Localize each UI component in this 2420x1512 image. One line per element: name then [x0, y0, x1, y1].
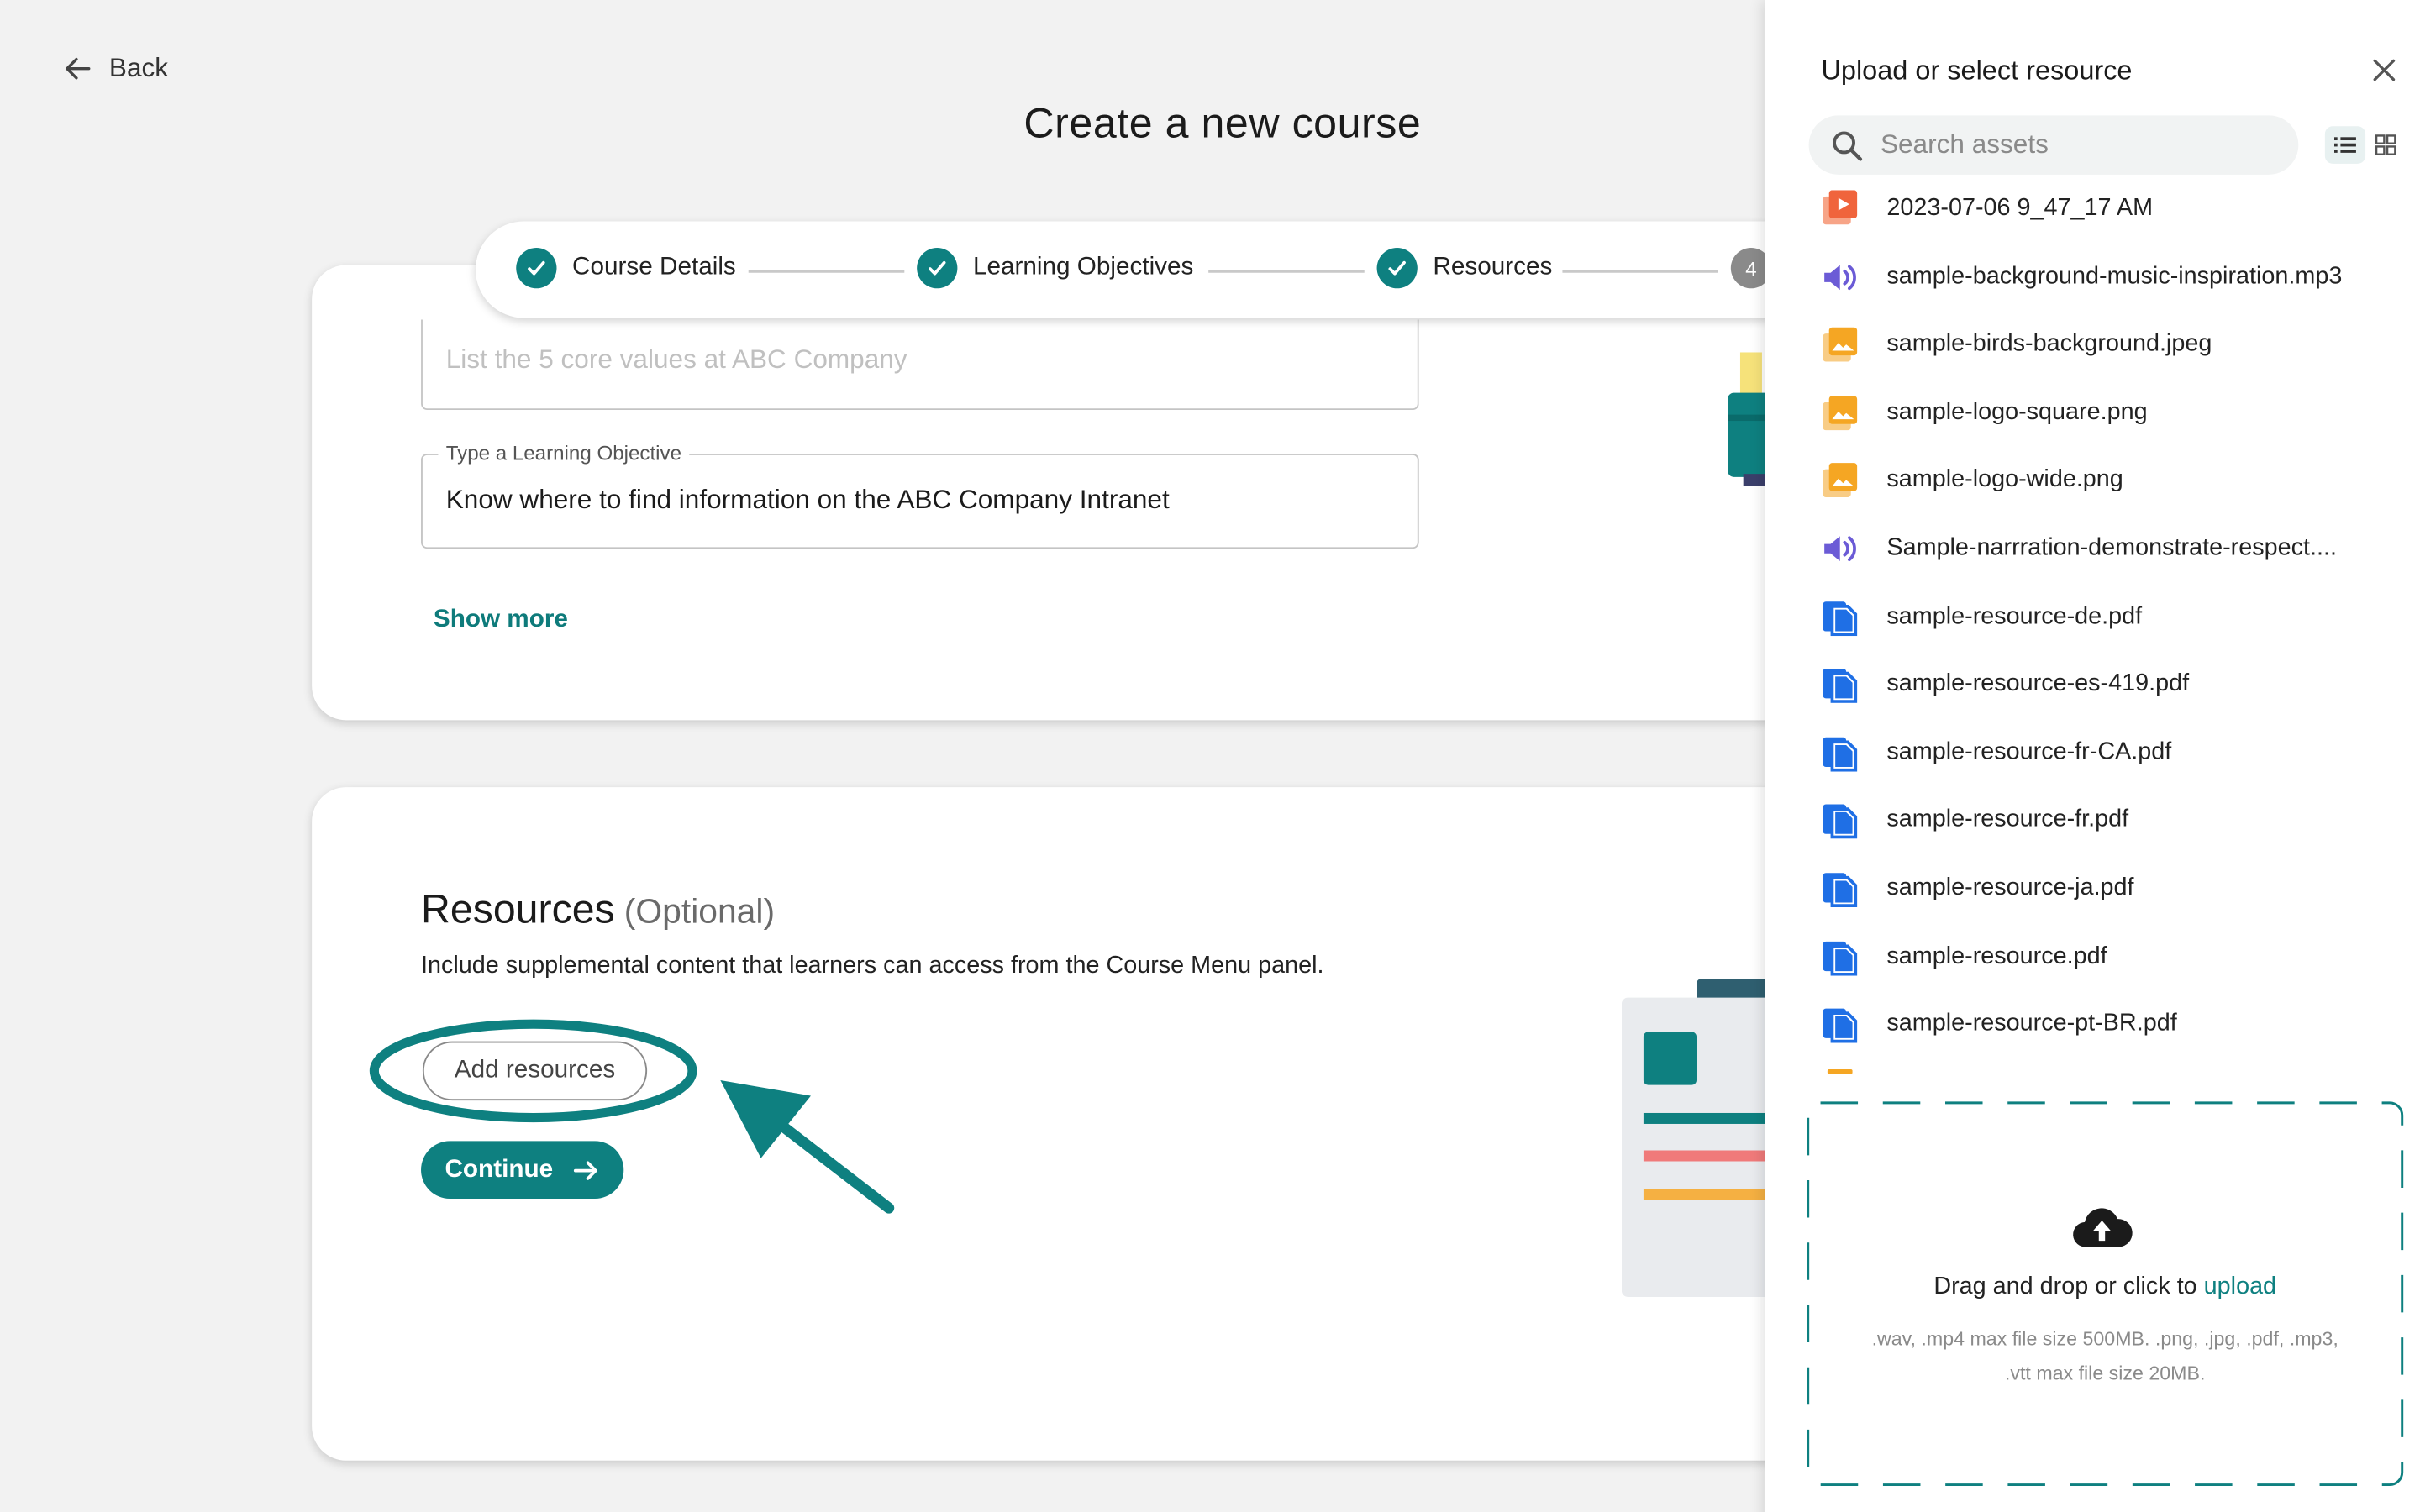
asset-name: sample-resource-ja.pdf — [1886, 874, 2134, 901]
document-icon — [1821, 664, 1859, 705]
upload-link[interactable]: upload — [2204, 1273, 2276, 1300]
search-icon — [1833, 131, 1863, 161]
asset-name: sample-birds-background.jpeg — [1886, 330, 2212, 358]
asset-item[interactable]: sample-resource-fr.pdf — [1821, 786, 2413, 855]
resources-optional-tag: (Optional) — [623, 891, 776, 931]
objective-field-previous[interactable]: List the 5 core values at ABC Company — [421, 319, 1419, 411]
add-resources-button[interactable]: Add resources — [422, 1041, 648, 1101]
grid-view-toggle[interactable] — [2369, 126, 2403, 164]
objective-field[interactable]: Type a Learning Objective Know where to … — [421, 441, 1419, 549]
step-connector — [1208, 270, 1365, 272]
audio-icon — [1821, 256, 1859, 297]
asset-name: Sample-narrration-demonstrate-respect...… — [1886, 534, 2337, 562]
cloud-upload-icon — [2073, 1208, 2133, 1247]
asset-item[interactable]: Sample-narrration-demonstrate-respect...… — [1821, 514, 2413, 583]
step-label: Learning Objectives — [972, 254, 1194, 281]
check-icon — [917, 248, 958, 289]
dropzone-file-limits: .wav, .mp4 max file size 500MB. .png, .j… — [1871, 1328, 2338, 1384]
step-label: Course Details — [572, 254, 736, 281]
asset-list: 2023-07-06 9_47_17 AM sample-background-… — [1765, 175, 2420, 1076]
objective-field-label: Type a Learning Objective — [438, 441, 690, 465]
image-icon — [1821, 460, 1859, 501]
asset-item[interactable]: 2023-07-06 9_47_17 AM — [1821, 175, 2413, 244]
close-icon[interactable] — [2370, 56, 2398, 84]
asset-item[interactable]: sample-resource-pt-BR.pdf — [1821, 990, 2413, 1059]
asset-item[interactable]: sample-resource-de.pdf — [1821, 582, 2413, 651]
audio-icon — [1821, 528, 1859, 569]
asset-name: sample-resource-fr.pdf — [1886, 806, 2129, 833]
panel-title: Upload or select resource — [1821, 54, 2133, 87]
grid-view-icon — [2375, 134, 2396, 155]
step-learning-objectives[interactable]: Learning Objectives — [917, 248, 1194, 289]
show-more-link[interactable]: Show more — [434, 606, 568, 634]
asset-item[interactable]: sample-birds-background.jpeg — [1821, 311, 2413, 380]
document-icon — [1821, 732, 1859, 773]
partial-asset-icon — [1827, 1069, 1853, 1074]
asset-item[interactable]: sample-resource-ja.pdf — [1821, 854, 2413, 923]
step-course-details[interactable]: Course Details — [516, 248, 736, 289]
back-button[interactable]: Back — [62, 53, 168, 84]
dropzone-main-text: Drag and drop or click to — [1933, 1273, 2204, 1300]
asset-name: sample-background-music-inspiration.mp3 — [1886, 262, 2343, 290]
continue-label: Continue — [445, 1156, 554, 1183]
asset-name: sample-resource-fr-CA.pdf — [1886, 738, 2172, 765]
list-view-toggle[interactable] — [2324, 126, 2366, 164]
course-stepper: Course Details Learning Objectives Resou… — [475, 221, 1849, 318]
upload-dropzone[interactable]: Drag and drop or click to upload .wav, .… — [1806, 1100, 2405, 1487]
asset-item[interactable]: sample-background-music-inspiration.mp3 — [1821, 243, 2413, 312]
search-box[interactable] — [1808, 115, 2299, 175]
asset-item[interactable]: sample-resource-fr-CA.pdf — [1821, 718, 2413, 787]
asset-item[interactable]: sample-logo-wide.png — [1821, 446, 2413, 515]
document-icon — [1821, 801, 1859, 841]
back-label: Back — [108, 53, 169, 83]
search-input[interactable] — [1880, 115, 2286, 175]
image-icon — [1821, 392, 1859, 433]
step-connector — [748, 270, 905, 272]
arrow-left-icon — [66, 57, 91, 80]
document-icon — [1821, 596, 1859, 637]
video-icon — [1821, 189, 1859, 229]
resources-description: Include supplemental content that learne… — [421, 952, 1324, 979]
asset-name: sample-logo-wide.png — [1886, 466, 2123, 494]
document-icon — [1821, 937, 1859, 977]
asset-item[interactable]: sample-logo-square.png — [1821, 379, 2413, 448]
asset-name: sample-resource-pt-BR.pdf — [1886, 1010, 2177, 1037]
asset-name: sample-resource-es-419.pdf — [1886, 670, 2190, 697]
asset-name: sample-logo-square.png — [1886, 398, 2148, 426]
document-icon — [1821, 1004, 1859, 1044]
step-label: Resources — [1433, 254, 1553, 281]
arrow-right-icon — [573, 1160, 597, 1179]
check-icon — [516, 248, 557, 289]
image-icon — [1821, 324, 1859, 365]
main-stage: Back Create a new course List the 5 core… — [0, 0, 2420, 1512]
dropzone-instruction: Drag and drop or click to upload — [1806, 1273, 2405, 1301]
continue-button[interactable]: Continue — [421, 1141, 624, 1200]
asset-item[interactable]: sample-resource-es-419.pdf — [1821, 650, 2413, 719]
step-connector — [1562, 270, 1718, 272]
list-view-icon — [2333, 137, 2356, 153]
step-resources[interactable]: Resources — [1376, 248, 1553, 289]
objective-field-value: Know where to find information on the AB… — [445, 485, 1170, 515]
document-icon — [1821, 869, 1859, 909]
check-icon — [1376, 248, 1418, 289]
asset-name: sample-resource.pdf — [1886, 942, 2107, 969]
objective-field-previous-value: List the 5 core values at ABC Company — [445, 344, 908, 375]
resources-title-text: Resources — [421, 885, 615, 932]
resources-title: Resources (Optional) — [421, 885, 775, 934]
asset-name: sample-resource-de.pdf — [1886, 602, 2143, 629]
asset-item[interactable]: sample-resource.pdf — [1821, 922, 2413, 991]
resource-side-panel: Upload or select resource 2023-07-06 9_4… — [1765, 0, 2420, 1512]
asset-name: 2023-07-06 9_47_17 AM — [1886, 194, 2154, 222]
